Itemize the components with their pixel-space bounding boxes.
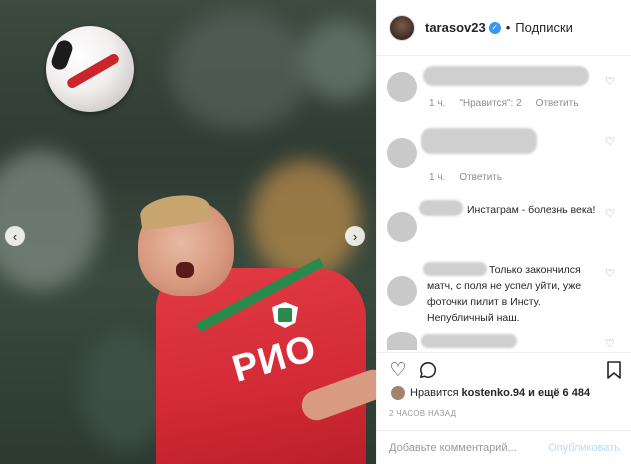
redacted-text — [421, 128, 537, 154]
verified-check-icon: ✓ — [488, 21, 501, 34]
likes-summary: Нравится kostenko.94 и ещё 6 484 — [391, 386, 590, 400]
avatar[interactable] — [387, 72, 417, 102]
comment-item: ♡ — [387, 330, 621, 350]
crowd-blob — [0, 150, 100, 290]
heart-icon[interactable]: ♡ — [605, 208, 617, 220]
chevron-left-icon[interactable]: ‹ — [5, 226, 25, 246]
comment-text: Только закончился матч, с поля не успел … — [427, 264, 582, 324]
heart-icon[interactable]: ♡ — [605, 338, 617, 350]
comment-text: Инстаграм - болезнь века! — [467, 204, 596, 216]
comment-icon[interactable] — [417, 359, 439, 381]
following-button[interactable]: Подписки — [515, 20, 573, 35]
comment-time: 1 ч. — [429, 172, 446, 183]
bookmark-icon — [607, 361, 621, 379]
avatar[interactable] — [389, 14, 415, 41]
chevron-right-icon[interactable]: › — [345, 226, 365, 246]
comment-item: Инстаграм - болезнь века! ♡ — [387, 200, 621, 252]
comment-likes-count[interactable]: "Нравится": 2 — [459, 98, 521, 109]
avatar — [391, 386, 405, 400]
comment-meta: 1 ч. "Нравится": 2 Ответить — [429, 98, 578, 109]
username-link[interactable]: tarasov23 — [425, 20, 486, 35]
avatar[interactable] — [387, 138, 417, 168]
likes-count[interactable]: и ещё 6 484 — [528, 387, 590, 399]
add-comment-bar: Добавьте комментарий... Опубликовать — [377, 430, 631, 464]
reply-button[interactable]: Ответить — [536, 98, 579, 109]
ball-panel — [49, 38, 75, 72]
liker-username[interactable]: kostenko.94 — [462, 387, 526, 399]
reply-button[interactable]: Ответить — [459, 172, 502, 183]
likes-prefix: Нравится — [410, 387, 459, 399]
redacted-text — [421, 334, 517, 348]
comment-meta: 1 ч. Ответить — [429, 172, 502, 183]
bookmark-icon[interactable] — [603, 359, 625, 381]
heart-icon[interactable]: ♡ — [605, 136, 617, 148]
avatar[interactable] — [387, 276, 417, 306]
crowd-blob — [250, 160, 360, 280]
comment-time: 1 ч. — [429, 98, 446, 109]
post-actions: ♡ — [377, 352, 631, 384]
post-timestamp: 2 ЧАСОВ НАЗАД — [389, 409, 457, 418]
heart-icon[interactable]: ♡ — [387, 359, 409, 381]
crowd-blob — [170, 10, 310, 130]
redacted-text — [423, 66, 589, 86]
avatar[interactable] — [387, 212, 417, 242]
post-side-panel: tarasov23 ✓ • Подписки 1 ч. "Нравится": … — [376, 0, 631, 464]
player-mouth — [176, 262, 194, 278]
crowd-blob — [300, 20, 376, 100]
heart-icon[interactable]: ♡ — [605, 76, 617, 88]
comment-item: 1 ч. "Нравится": 2 Ответить ♡ — [387, 66, 621, 116]
post-header: tarasov23 ✓ • Подписки — [377, 0, 631, 56]
post-photo[interactable]: PИO ‹ › — [0, 0, 376, 464]
football-ball — [46, 26, 134, 112]
comment-item: 1 ч. Ответить ♡ — [387, 128, 621, 184]
publish-button[interactable]: Опубликовать — [548, 442, 620, 454]
comment-icon — [420, 362, 437, 378]
ball-stripe — [65, 52, 121, 90]
comment-input[interactable]: Добавьте комментарий... — [389, 442, 517, 454]
avatar[interactable] — [387, 332, 417, 350]
comment-item: Только закончился матч, с поля не успел … — [387, 260, 621, 324]
dot-separator: • — [505, 20, 511, 35]
heart-icon[interactable]: ♡ — [605, 268, 617, 280]
